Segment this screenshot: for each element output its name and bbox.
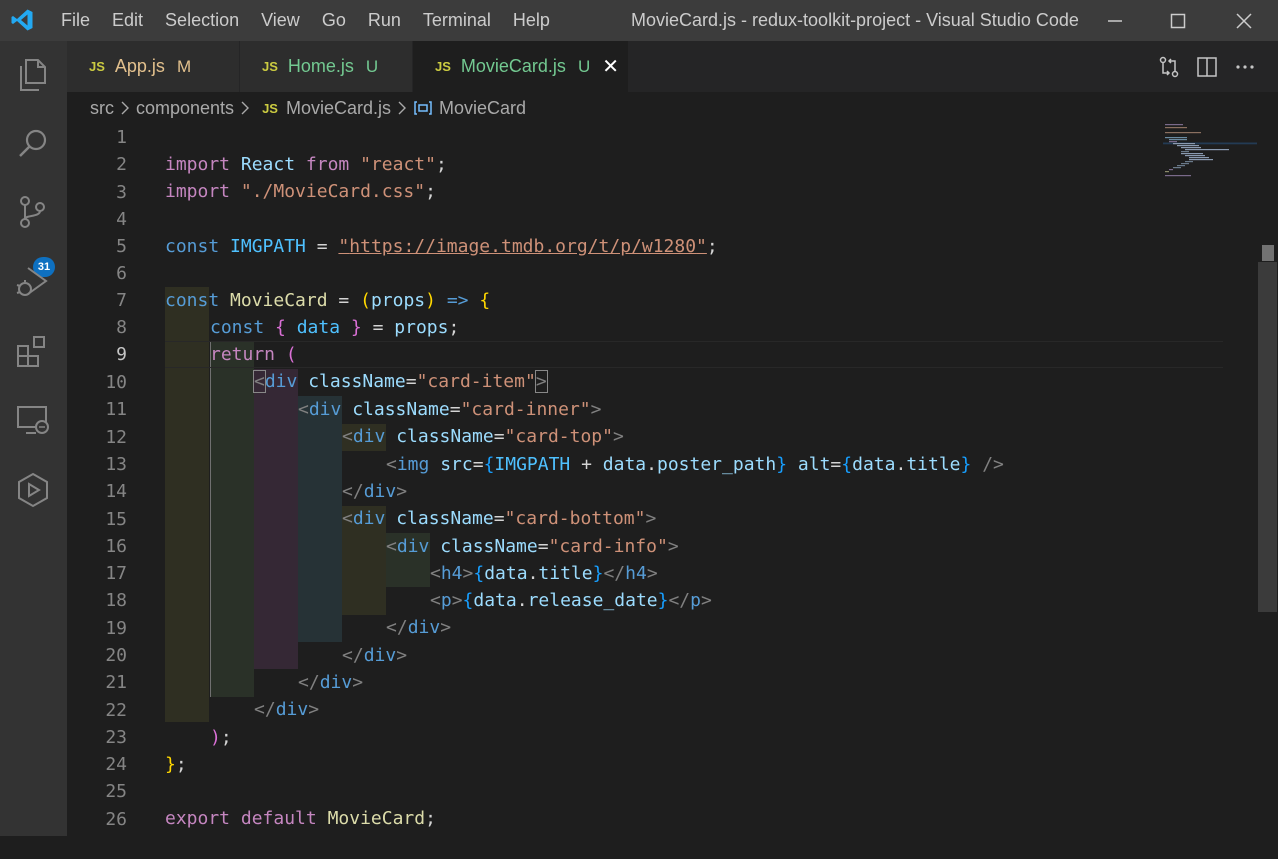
vscode-logo-icon xyxy=(11,9,33,31)
code-line-19: </div> xyxy=(67,615,1257,666)
code-line-7: const { data } = props; xyxy=(67,287,1257,338)
code-line-20: </div> xyxy=(67,642,1257,693)
tab-label: Home.js xyxy=(287,56,354,76)
code-token: ; xyxy=(425,181,436,202)
code-line-8: return ( xyxy=(67,314,1257,365)
editor-tab-bar: JS App.js M JS Home.js U JS MovieCard.js… xyxy=(67,41,1278,92)
code-token: = xyxy=(316,236,328,257)
tab-moviecard-js[interactable]: JS MovieCard.js U ✕ xyxy=(413,41,628,92)
maximize-button[interactable] xyxy=(1148,0,1208,41)
menu-view[interactable]: View xyxy=(250,10,311,31)
menu-selection[interactable]: Selection xyxy=(154,10,250,31)
menu-help[interactable]: Help xyxy=(502,10,561,31)
code-token: ; xyxy=(706,236,718,257)
code-token: "./MovieCard.css" xyxy=(240,181,426,202)
editor-actions xyxy=(1157,41,1257,92)
code-line-25: export default MovieCard; xyxy=(67,778,1257,829)
tab-git-status: M xyxy=(176,56,192,76)
breadcrumb-file[interactable]: MovieCard.js xyxy=(286,98,391,119)
code-token: " xyxy=(338,236,350,257)
chevron-right-icon xyxy=(398,101,406,115)
more-actions-icon[interactable] xyxy=(1233,55,1257,79)
explorer-icon[interactable] xyxy=(14,56,52,94)
tab-home-js[interactable]: JS Home.js U xyxy=(240,41,412,92)
menu-file[interactable]: File xyxy=(50,10,101,31)
code-line-18: </div> xyxy=(67,587,1257,638)
split-editor-icon[interactable] xyxy=(1195,55,1219,79)
code-line-9: <div className="card-item"> xyxy=(67,341,1257,393)
code-line-23: }; xyxy=(67,724,1257,775)
remote-explorer-icon[interactable] xyxy=(14,401,52,439)
tab-git-status: U xyxy=(365,56,379,76)
minimap[interactable] xyxy=(1163,124,1258,204)
symbol-variable-icon xyxy=(414,101,432,115)
breadcrumb-symbol[interactable]: MovieCard xyxy=(439,98,526,119)
remote-containers-icon[interactable] xyxy=(14,471,52,509)
extensions-icon[interactable] xyxy=(14,332,52,370)
tab-label: App.js xyxy=(114,56,165,76)
vertical-scrollbar-thumb[interactable] xyxy=(1258,262,1277,612)
code-line-10: <div className="card-inner"> xyxy=(67,369,1257,420)
code-editor[interactable]: 1 2 3 4 5 6 7 8 9 10 11 12 13 14 15 16 1… xyxy=(67,124,1257,836)
code-token: ; xyxy=(175,754,187,775)
code-token: default xyxy=(240,808,317,829)
close-icon xyxy=(1236,12,1252,29)
breadcrumb-src[interactable]: src xyxy=(90,98,114,119)
chevron-right-icon xyxy=(241,101,250,115)
minimize-button[interactable] xyxy=(1085,0,1145,41)
code-token: MovieCard xyxy=(327,808,426,829)
code-line-2: import "./MovieCard.css"; xyxy=(67,151,1257,202)
code-line-22: ); xyxy=(67,697,1257,748)
code-token: IMGPATH xyxy=(230,236,306,257)
code-token: " xyxy=(696,236,707,257)
code-line-16: <h4>{data.title}</h4> xyxy=(67,533,1257,584)
tab-app-js[interactable]: JS App.js M xyxy=(67,41,239,92)
close-window-button[interactable] xyxy=(1214,0,1274,41)
activity-bar: 31 xyxy=(0,41,67,836)
code-line-21: </div> xyxy=(67,669,1257,720)
window-title: MovieCard.js - redux-toolkit-project - V… xyxy=(631,10,1079,30)
tab-label: MovieCard.js xyxy=(460,56,566,76)
run-debug-icon[interactable] xyxy=(14,263,52,301)
code-token: export xyxy=(165,808,231,829)
code-line-11: <div className="card-top"> xyxy=(67,396,1257,447)
close-tab-icon[interactable]: ✕ xyxy=(602,54,619,79)
breadcrumb: src components JS MovieCard.js MovieCard xyxy=(67,92,1257,124)
code-line-15: <div className="card-info"> xyxy=(67,506,1257,557)
menu-go[interactable]: Go xyxy=(311,10,357,31)
code-token: } xyxy=(165,754,176,775)
js-file-icon: JS xyxy=(435,59,451,74)
js-file-icon: JS xyxy=(89,59,105,74)
maximize-icon xyxy=(1170,13,1186,28)
code-token: ; xyxy=(425,808,436,829)
code-line-13: </div> xyxy=(67,451,1257,502)
code-line-4: const IMGPATH = "https://image.tmdb.org/… xyxy=(67,206,1257,257)
open-changes-icon[interactable] xyxy=(1157,55,1181,79)
url-link[interactable]: https://image.tmdb.org/t/p/w1280 xyxy=(349,236,696,257)
breadcrumb-components[interactable]: components xyxy=(136,98,234,119)
code-line-6: const MovieCard = (props) => { xyxy=(67,260,1257,311)
code-line-14: <div className="card-bottom"> xyxy=(67,478,1257,529)
search-icon[interactable] xyxy=(14,125,52,163)
menu-run[interactable]: Run xyxy=(357,10,412,31)
js-file-icon: JS xyxy=(262,59,278,74)
code-line-17: <p>{data.release_date}</p> xyxy=(67,560,1257,611)
menu-bar: File Edit Selection View Go Run Terminal… xyxy=(50,0,561,41)
code-token: const xyxy=(165,236,220,257)
js-file-icon: JS xyxy=(262,100,278,116)
menu-edit[interactable]: Edit xyxy=(101,10,154,31)
code-line-12: <img src={IMGPATH + data.poster_path} al… xyxy=(67,424,1257,475)
code-line-1: import React from "react"; xyxy=(67,124,1257,175)
source-control-icon[interactable] xyxy=(14,193,52,231)
code-token: import xyxy=(165,181,231,202)
scrollbar-cursor-marker xyxy=(1262,245,1274,261)
menu-terminal[interactable]: Terminal xyxy=(412,10,502,31)
minimize-icon xyxy=(1108,19,1122,22)
chevron-right-icon xyxy=(121,101,129,115)
title-bar: File Edit Selection View Go Run Terminal… xyxy=(0,0,1278,41)
tab-git-status: U xyxy=(577,56,591,76)
